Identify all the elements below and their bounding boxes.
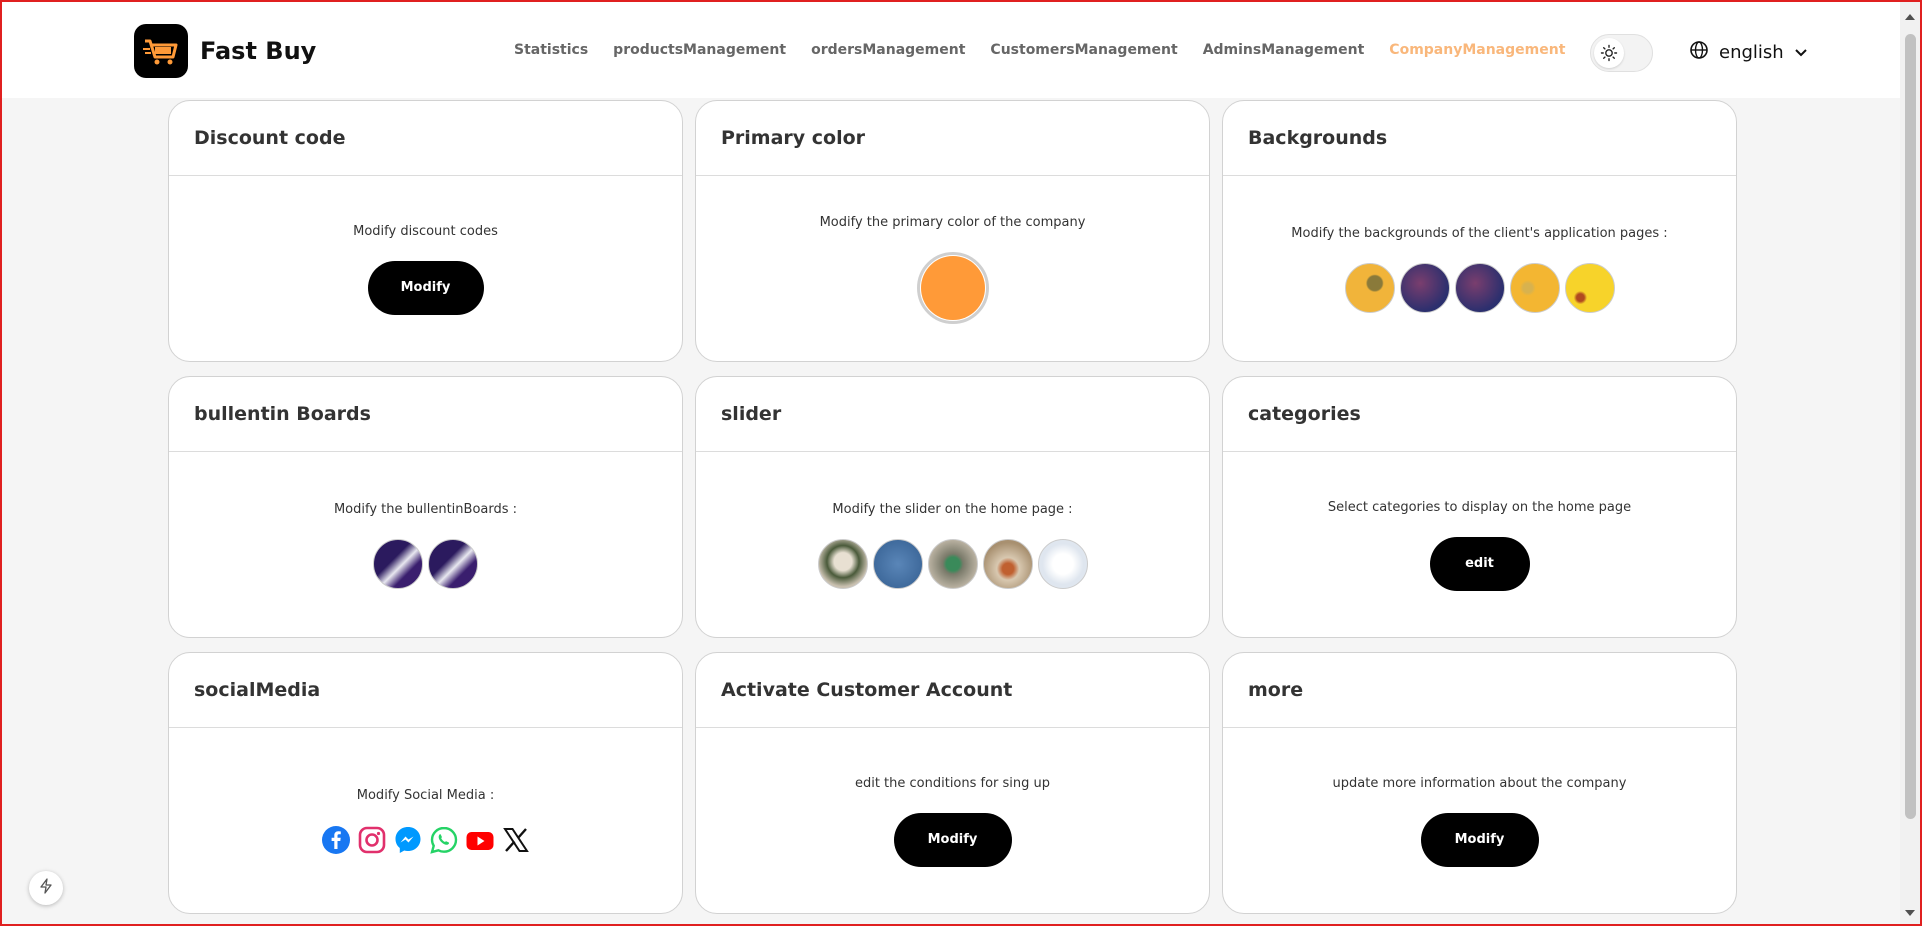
lightning-icon	[38, 878, 54, 898]
primary-color-card: Primary color Modify the primary color o…	[695, 100, 1210, 362]
nav-company-management[interactable]: CompanyManagement	[1389, 42, 1565, 58]
card-description: Modify the backgrounds of the client's a…	[1291, 225, 1668, 241]
slider-thumbnail[interactable]	[817, 538, 868, 589]
background-thumbnail[interactable]	[1564, 262, 1615, 313]
slider-thumbnail[interactable]	[872, 538, 923, 589]
main-nav: Statistics productsManagement ordersMana…	[514, 42, 1565, 58]
page-scrollbar[interactable]	[1900, 2, 1920, 924]
modify-signup-conditions-button[interactable]: Modify	[893, 812, 1012, 867]
bulletin-thumbnail[interactable]	[428, 538, 478, 589]
language-selector[interactable]: english	[1689, 40, 1808, 64]
cart-logo-icon	[134, 24, 188, 78]
nav-admins-management[interactable]: AdminsManagement	[1203, 42, 1365, 58]
backgrounds-card: Backgrounds Modify the backgrounds of th…	[1222, 100, 1737, 362]
bulletin-thumbnail[interactable]	[373, 538, 423, 589]
brand[interactable]: Fast Buy	[134, 24, 316, 78]
primary-color-swatch[interactable]	[916, 251, 989, 324]
slider-thumbnail[interactable]	[927, 538, 978, 589]
card-description: Modify the bullentinBoards :	[333, 501, 518, 517]
card-description: Modify Social Media :	[356, 787, 495, 803]
slider-thumbnail[interactable]	[1037, 538, 1088, 589]
edit-categories-button[interactable]: edit	[1429, 536, 1530, 591]
card-description: Modify discount codes	[353, 223, 498, 239]
card-description: Select categories to display on the home…	[1327, 499, 1632, 515]
modify-discount-button[interactable]: Modify	[367, 260, 484, 315]
card-description: Modify the primary color of the company	[819, 214, 1086, 230]
card-title: Activate Customer Account	[721, 679, 1013, 701]
facebook-icon[interactable]	[321, 825, 351, 855]
primary-color-fill	[920, 255, 985, 320]
card-title: slider	[721, 403, 782, 425]
messenger-icon[interactable]	[393, 825, 423, 855]
card-description: update more information about the compan…	[1332, 775, 1627, 791]
nav-orders-management[interactable]: ordersManagement	[811, 42, 965, 58]
card-description: edit the conditions for sing up	[854, 775, 1051, 791]
x-icon[interactable]	[501, 825, 531, 855]
scroll-up-arrow-icon[interactable]	[1905, 14, 1915, 20]
card-title: categories	[1248, 403, 1361, 425]
sun-icon	[1594, 38, 1624, 68]
scroll-thumb[interactable]	[1905, 34, 1916, 819]
modify-more-info-button[interactable]: Modify	[1420, 812, 1539, 867]
instagram-icon[interactable]	[357, 825, 387, 855]
card-title: socialMedia	[194, 679, 321, 701]
card-title: Primary color	[721, 127, 866, 149]
card-title: more	[1248, 679, 1304, 701]
nav-products-management[interactable]: productsManagement	[613, 42, 786, 58]
card-title: Discount code	[194, 127, 346, 149]
activate-customer-account-card: Activate Customer Account edit the condi…	[695, 652, 1210, 914]
nav-statistics[interactable]: Statistics	[514, 42, 588, 58]
card-description: Modify the slider on the home page :	[832, 501, 1073, 517]
brand-name: Fast Buy	[200, 37, 317, 65]
social-media-card: socialMedia Modify Social Media :	[168, 652, 683, 914]
background-thumbnail[interactable]	[1509, 262, 1560, 313]
scroll-down-arrow-icon[interactable]	[1905, 910, 1915, 916]
card-title: bullentin Boards	[194, 403, 371, 425]
youtube-icon[interactable]	[465, 825, 495, 855]
card-title: Backgrounds	[1248, 127, 1388, 149]
globe-icon	[1689, 40, 1709, 64]
slider-thumbnail[interactable]	[982, 538, 1033, 589]
background-thumbnail[interactable]	[1454, 262, 1505, 313]
language-label: english	[1719, 41, 1784, 63]
quick-action-button[interactable]	[29, 871, 63, 905]
chevron-down-icon	[1794, 43, 1808, 62]
bulletin-boards-card: bullentin Boards Modify the bullentinBoa…	[168, 376, 683, 638]
more-info-card: more update more information about the c…	[1222, 652, 1737, 914]
nav-customers-management[interactable]: CustomersManagement	[990, 42, 1177, 58]
categories-card: categories Select categories to display …	[1222, 376, 1737, 638]
whatsapp-icon[interactable]	[429, 825, 459, 855]
background-thumbnail[interactable]	[1344, 262, 1395, 313]
background-thumbnail[interactable]	[1399, 262, 1450, 313]
top-header: Fast Buy Statistics productsManagement o…	[2, 2, 1900, 98]
slider-card: slider Modify the slider on the home pag…	[695, 376, 1210, 638]
discount-code-card: Discount code Modify discount codes Modi…	[168, 100, 683, 362]
theme-toggle[interactable]	[1590, 34, 1653, 72]
